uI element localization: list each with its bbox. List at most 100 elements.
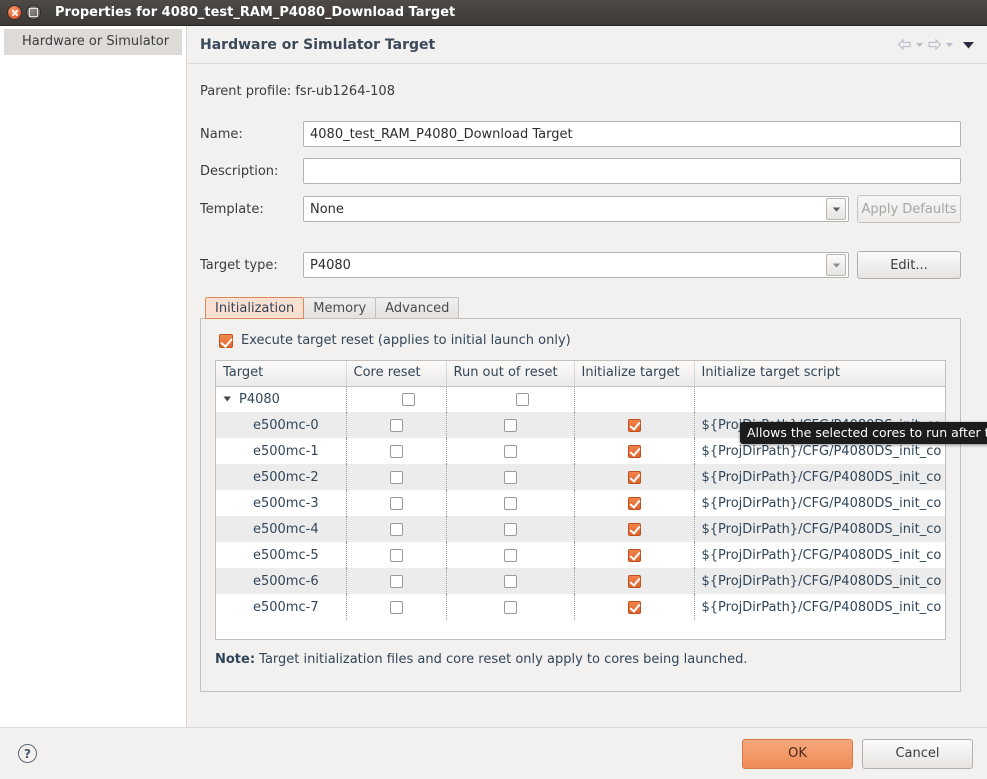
cell-target[interactable]: e500mc-5 xyxy=(216,542,347,568)
initialize-target-checkbox[interactable] xyxy=(627,496,641,510)
cell-target[interactable]: e500mc-6 xyxy=(216,568,347,594)
initialize-target-checkbox[interactable] xyxy=(627,470,641,484)
cell-core-reset[interactable] xyxy=(346,490,447,516)
cell-initialize-target[interactable] xyxy=(574,438,695,464)
table-row[interactable]: e500mc-5 ${ProjDirPath}/CFG/P4080DS_init… xyxy=(216,542,945,568)
template-select[interactable]: None xyxy=(303,196,849,222)
initialize-target-checkbox[interactable] xyxy=(627,522,641,536)
cell-core-reset[interactable] xyxy=(346,568,447,594)
table-row[interactable]: e500mc-2 ${ProjDirPath}/CFG/P4080DS_init… xyxy=(216,464,945,490)
table-row[interactable]: e500mc-7 ${ProjDirPath}/CFG/P4080DS_init… xyxy=(216,594,945,620)
cell-core-reset[interactable] xyxy=(346,438,447,464)
cell-core-reset[interactable] xyxy=(346,594,447,620)
core-reset-checkbox[interactable] xyxy=(389,548,403,562)
cell-target[interactable]: P4080 xyxy=(216,386,347,412)
cell-run-out-of-reset[interactable] xyxy=(446,386,575,412)
back-menu-chevron-down-icon[interactable] xyxy=(915,40,924,49)
cell-target[interactable]: e500mc-3 xyxy=(216,490,347,516)
chevron-down-icon[interactable] xyxy=(826,254,846,276)
sidebar-item-hardware-or-simulator[interactable]: Hardware or Simulator xyxy=(4,29,182,55)
table-row[interactable]: e500mc-4 ${ProjDirPath}/CFG/P4080DS_init… xyxy=(216,516,945,542)
cell-run-out-of-reset[interactable] xyxy=(446,568,575,594)
cell-run-out-of-reset[interactable] xyxy=(446,490,575,516)
view-menu-chevron-down-icon[interactable] xyxy=(962,40,975,50)
cell-initialize-target[interactable] xyxy=(574,464,695,490)
cell-initialize-target[interactable] xyxy=(574,542,695,568)
run-out-of-reset-checkbox[interactable] xyxy=(503,600,517,614)
cell-initialize-target[interactable] xyxy=(574,490,695,516)
cell-target[interactable]: e500mc-2 xyxy=(216,464,347,490)
column-header-run-out-of-reset[interactable]: Run out of reset xyxy=(446,361,575,387)
chevron-down-icon[interactable] xyxy=(826,198,846,220)
initialize-target-checkbox[interactable] xyxy=(627,574,641,588)
targets-table[interactable]: Target Core reset Run out of reset Initi… xyxy=(215,360,946,640)
cell-initialize-target[interactable] xyxy=(574,516,695,542)
column-header-initialize-target[interactable]: Initialize target xyxy=(574,361,695,387)
tab-advanced[interactable]: Advanced xyxy=(375,297,460,319)
initialize-target-checkbox[interactable] xyxy=(627,444,641,458)
column-header-target[interactable]: Target xyxy=(216,361,347,387)
core-reset-checkbox[interactable] xyxy=(389,522,403,536)
initialize-target-checkbox[interactable] xyxy=(627,418,641,432)
name-input[interactable]: 4080_test_RAM_P4080_Download Target xyxy=(303,121,961,147)
help-icon[interactable]: ? xyxy=(18,744,37,763)
run-out-of-reset-checkbox[interactable] xyxy=(516,392,529,406)
run-out-of-reset-checkbox[interactable] xyxy=(503,444,517,458)
table-row[interactable]: e500mc-3 ${ProjDirPath}/CFG/P4080DS_init… xyxy=(216,490,945,516)
close-icon[interactable] xyxy=(7,5,22,20)
column-header-initialize-target-script[interactable]: Initialize target script xyxy=(694,361,945,387)
execute-target-reset-row[interactable]: Execute target reset (applies to initial… xyxy=(219,333,946,348)
description-input[interactable] xyxy=(303,158,961,184)
target-type-select[interactable]: P4080 xyxy=(303,252,849,278)
cell-core-reset[interactable] xyxy=(346,464,447,490)
core-reset-checkbox[interactable] xyxy=(389,574,403,588)
execute-target-reset-checkbox[interactable] xyxy=(219,333,233,348)
cell-core-reset[interactable] xyxy=(346,386,447,412)
run-out-of-reset-checkbox[interactable] xyxy=(503,574,517,588)
ok-button[interactable]: OK xyxy=(742,738,853,769)
tab-initialization[interactable]: Initialization xyxy=(205,297,305,319)
cell-run-out-of-reset[interactable] xyxy=(446,464,575,490)
cell-initialize-target-script[interactable]: ${ProjDirPath}/CFG/P4080DS_init_co xyxy=(694,542,945,568)
run-out-of-reset-checkbox[interactable] xyxy=(503,522,517,536)
apply-defaults-button[interactable]: Apply Defaults xyxy=(857,195,961,223)
cell-run-out-of-reset[interactable] xyxy=(446,594,575,620)
column-header-core-reset[interactable]: Core reset xyxy=(346,361,447,387)
cell-target[interactable]: e500mc-7 xyxy=(216,594,347,620)
core-reset-checkbox[interactable] xyxy=(389,444,403,458)
run-out-of-reset-checkbox[interactable] xyxy=(503,496,517,510)
tab-memory[interactable]: Memory xyxy=(303,297,377,319)
cell-target[interactable]: e500mc-4 xyxy=(216,516,347,542)
table-row[interactable]: e500mc-6 ${ProjDirPath}/CFG/P4080DS_init… xyxy=(216,568,945,594)
back-arrow-icon[interactable] xyxy=(897,38,912,51)
core-reset-checkbox[interactable] xyxy=(389,470,403,484)
cell-initialize-target-script[interactable]: ${ProjDirPath}/CFG/P4080DS_init_co xyxy=(694,568,945,594)
cell-initialize-target[interactable] xyxy=(574,594,695,620)
core-reset-checkbox[interactable] xyxy=(402,392,415,406)
core-reset-checkbox[interactable] xyxy=(389,496,403,510)
cell-core-reset[interactable] xyxy=(346,542,447,568)
cell-initialize-target[interactable] xyxy=(574,568,695,594)
maximize-icon[interactable] xyxy=(26,5,41,20)
cell-run-out-of-reset[interactable] xyxy=(446,542,575,568)
cell-run-out-of-reset[interactable] xyxy=(446,412,575,438)
cell-initialize-target-script[interactable] xyxy=(694,386,945,412)
cell-core-reset[interactable] xyxy=(346,412,447,438)
cell-target[interactable]: e500mc-0 xyxy=(216,412,347,438)
cell-target[interactable]: e500mc-1 xyxy=(216,438,347,464)
triangle-down-icon[interactable] xyxy=(223,395,234,403)
forward-arrow-icon[interactable] xyxy=(927,38,942,51)
cell-run-out-of-reset[interactable] xyxy=(446,438,575,464)
cell-initialize-target-script[interactable]: ${ProjDirPath}/CFG/P4080DS_init_co xyxy=(694,594,945,620)
core-reset-checkbox[interactable] xyxy=(389,600,403,614)
core-reset-checkbox[interactable] xyxy=(389,418,403,432)
cancel-button[interactable]: Cancel xyxy=(862,738,973,769)
initialize-target-checkbox[interactable] xyxy=(627,600,641,614)
cell-initialize-target-script[interactable]: ${ProjDirPath}/CFG/P4080DS_init_co xyxy=(694,490,945,516)
run-out-of-reset-checkbox[interactable] xyxy=(503,418,517,432)
edit-button[interactable]: Edit... xyxy=(857,251,961,279)
cell-initialize-target[interactable] xyxy=(574,412,695,438)
run-out-of-reset-checkbox[interactable] xyxy=(503,470,517,484)
cell-initialize-target-script[interactable]: ${ProjDirPath}/CFG/P4080DS_init_co xyxy=(694,516,945,542)
run-out-of-reset-checkbox[interactable] xyxy=(503,548,517,562)
